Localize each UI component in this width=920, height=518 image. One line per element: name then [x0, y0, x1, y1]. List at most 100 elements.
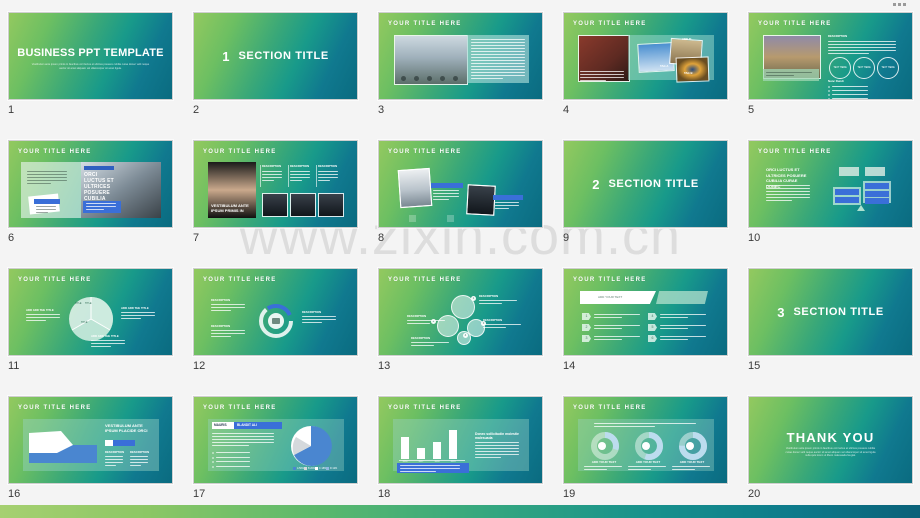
slide-thumbnail-cell[interactable]: YOUR TITLE HERE DESCRIPTION TEXT HERE TEXT …: [748, 12, 913, 116]
card-label: [34, 199, 60, 204]
scale-item: [865, 183, 889, 189]
section-block: 3 SECTION TITLE: [749, 269, 912, 355]
slide-thumbnail-cell[interactable]: 2 SECTION TITLE 9: [563, 140, 728, 244]
slide-thumbnail-cell[interactable]: YOUR TITLE HERE ORCI LUCTUS ET ULTRICES P…: [748, 140, 913, 244]
text-lines: [832, 98, 868, 99]
text-lines: [479, 300, 517, 306]
slide-thumbnail[interactable]: YOUR TITLE HERE ADD YOUR TEXT 1 2 3 4 5 6: [563, 268, 728, 356]
slide-thumbnail-cell[interactable]: YOUR TITLE HERE VESTIBULUM ANTE IPSUM PLA…: [8, 396, 173, 500]
slide-thumbnail[interactable]: 2 SECTION TITLE: [563, 140, 728, 228]
slide-thumbnail-cell[interactable]: YOUR TITLE HERE 1 2 3 4 DESCRIPTION DESCRIPTIO…: [378, 268, 543, 372]
chart-note: [397, 463, 469, 473]
slide-title: YOUR TITLE HERE: [18, 149, 92, 155]
text-lines: [212, 433, 274, 448]
slide-number: 1: [8, 104, 15, 116]
column-heading: DESCRIPTION: [262, 164, 282, 168]
text-lines: [594, 314, 640, 320]
slide-photo: [675, 56, 710, 83]
donut-label: ADD YOUR TEXT: [591, 460, 617, 464]
slide-thumbnail-cell[interactable]: BUSINESS PPT TEMPLATE Vestibulum ante ips…: [8, 12, 173, 116]
slide-thumbnail[interactable]: YOUR TITLE HERE 2016 2017 2018 2019 Donec sol…: [378, 396, 543, 484]
kicker-tag: [84, 166, 114, 170]
slide-thumbnail[interactable]: YOUR TITLE HERE VESTIBULUM ANTE IPSUM PRI…: [193, 140, 358, 228]
text-lines: [594, 336, 640, 342]
slide-thumbnail[interactable]: YOUR TITLE HERE VESTIBULUM ANTE IPSUM PLA…: [8, 396, 173, 484]
headline: VESTIBULUM ANTE IPSUM PLACIDE ORCI: [105, 423, 148, 434]
slide-thumbnail[interactable]: YOUR TITLE HERE 1 2 3 4 DESCRIPTION DESCRIPTIO…: [378, 268, 543, 356]
photo-tag: [493, 195, 523, 200]
decor-square: [409, 215, 416, 222]
bottom-accent-bar: [0, 505, 920, 518]
photo-caption: VESTIBULUM ANTE IPSUM PRIMIS IN: [211, 203, 249, 213]
text-lines: [433, 190, 459, 202]
slide-thumbnail[interactable]: BUSINESS PPT TEMPLATE Vestibulum ante ips…: [8, 12, 173, 100]
legend-label: B 20%: [308, 467, 316, 470]
photo-nav-dot[interactable]: [427, 76, 432, 81]
slide-thumbnail[interactable]: YOUR TITLE HERE ADD TI TAG A TAG B: [563, 12, 728, 100]
slide-thumbnail-cell[interactable]: YOUR TITLE HERE MAURIS BLANDIT ALI A 50% B 2…: [193, 396, 358, 500]
slide-number: 2: [193, 104, 200, 116]
slide-thumbnail-cell[interactable]: 1 SECTION TITLE 2: [193, 12, 358, 116]
text-lines: [832, 94, 868, 97]
more-options-icon[interactable]: [893, 3, 906, 6]
slide-thumbnail[interactable]: YOUR TITLE HERE ORCI LUCTUS ET ULTRICES P…: [748, 140, 913, 228]
text-lines: [216, 465, 250, 469]
text-lines: [26, 314, 60, 323]
legend-label: A 50%: [297, 467, 304, 470]
slide-thumbnail-cell[interactable]: YOUR TITLE HERE ORCI LUCTUS ET ULTRICES P…: [8, 140, 173, 244]
section-label: SECTION TITLE: [793, 306, 884, 318]
slide-thumbnail-cell[interactable]: YOUR TITLE HERE VESTIBULUM ANTE IPSUM PRI…: [193, 140, 358, 244]
text-lines: [318, 171, 338, 183]
ring-callout: DESCRIPTION: [302, 310, 322, 314]
list-number: 3: [582, 335, 591, 342]
slide-thumbnail[interactable]: YOUR TITLE HERE: [378, 12, 543, 100]
photo-nav-dot[interactable]: [401, 76, 406, 81]
photo-nav-dot[interactable]: [414, 76, 419, 81]
slide-thumbnail-cell[interactable]: YOUR TITLE HERE 8: [378, 140, 543, 244]
text-lines: [262, 171, 282, 183]
slide-thumbnail-cell[interactable]: 3 SECTION TITLE 15: [748, 268, 913, 372]
list-number: 5: [648, 324, 657, 331]
pie-segment-label: TITLE: [85, 302, 92, 305]
bar: [417, 448, 425, 459]
slide-thumbnail-cell[interactable]: YOUR TITLE HERE 3: [378, 12, 543, 116]
slide-thumbnail-cell[interactable]: YOUR TITLE HERE DESCRIPTION DESCRIPTION DES…: [193, 268, 358, 372]
photo-nav-dot[interactable]: [453, 76, 458, 81]
slide-thumbnail[interactable]: 3 SECTION TITLE: [748, 268, 913, 356]
slide-thumbnail[interactable]: 1 SECTION TITLE: [193, 12, 358, 100]
photo-nav-dot[interactable]: [440, 76, 445, 81]
slide-thumbnail[interactable]: YOUR TITLE HERE ADD YOUR TEXT ADD YOUR TEX…: [563, 396, 728, 484]
text-lines: [766, 185, 810, 203]
slide-thumbnail-cell[interactable]: YOUR TITLE HERE 2016 2017 2018 2019 Donec sol…: [378, 396, 543, 500]
slide-thumbnail-cell[interactable]: YOUR TITLE HERE TITLE TITLE TITLE ADD ADD TH…: [8, 268, 173, 372]
slide-thumbnail-cell[interactable]: YOUR TITLE HERE ADD YOUR TEXT 1 2 3 4 5 6 14: [563, 268, 728, 372]
chart-heading: Donec sollicitudin molestie malesuada: [475, 432, 519, 441]
slide-thumbnail[interactable]: YOUR TITLE HERE ORCI LUCTUS ET ULTRICES P…: [8, 140, 173, 228]
legend-swatch: [326, 467, 329, 470]
bar: [401, 437, 409, 459]
slide-number: 18: [378, 488, 391, 500]
text-lines: [121, 312, 155, 321]
text-lines: [766, 72, 812, 78]
slide-thumbnail-cell[interactable]: YOUR TITLE HERE ADD YOUR TEXT ADD YOUR TEX…: [563, 396, 728, 500]
slide-number: 12: [193, 360, 206, 372]
text-lines: [628, 466, 666, 472]
slide-thumbnail[interactable]: YOUR TITLE HERE DESCRIPTION TEXT HERE TEXT …: [748, 12, 913, 100]
slide-thumbnail-cell[interactable]: YOUR TITLE HERE ADD TI TAG A TAG B 4: [563, 12, 728, 116]
bullet-dot: [212, 452, 214, 454]
slide-thumbnail[interactable]: YOUR TITLE HERE TITLE TITLE TITLE ADD ADD TH…: [8, 268, 173, 356]
pie-segment-label: TITLE: [75, 302, 82, 305]
banner-right: [656, 291, 708, 304]
text-lines: [302, 316, 336, 325]
scale-box: [839, 167, 859, 176]
slide-title: YOUR TITLE HERE: [203, 405, 277, 411]
slide-thumbnail-cell[interactable]: THANK YOU Vestibulum ante ipsum primis in…: [748, 396, 913, 500]
slide-thumbnail[interactable]: THANK YOU Vestibulum ante ipsum primis in…: [748, 396, 913, 484]
slide-thumbnail[interactable]: YOUR TITLE HERE DESCRIPTION DESCRIPTION DES…: [193, 268, 358, 356]
bubble-callout: DESCRIPTION: [407, 314, 427, 318]
slide-number: 10: [748, 232, 761, 244]
section-number: 3: [777, 304, 785, 320]
bubble-callout: DESCRIPTION: [483, 318, 503, 322]
slide-thumbnail[interactable]: YOUR TITLE HERE MAURIS BLANDIT ALI A 50% B 2…: [193, 396, 358, 484]
slide-thumbnail[interactable]: YOUR TITLE HERE: [378, 140, 543, 228]
